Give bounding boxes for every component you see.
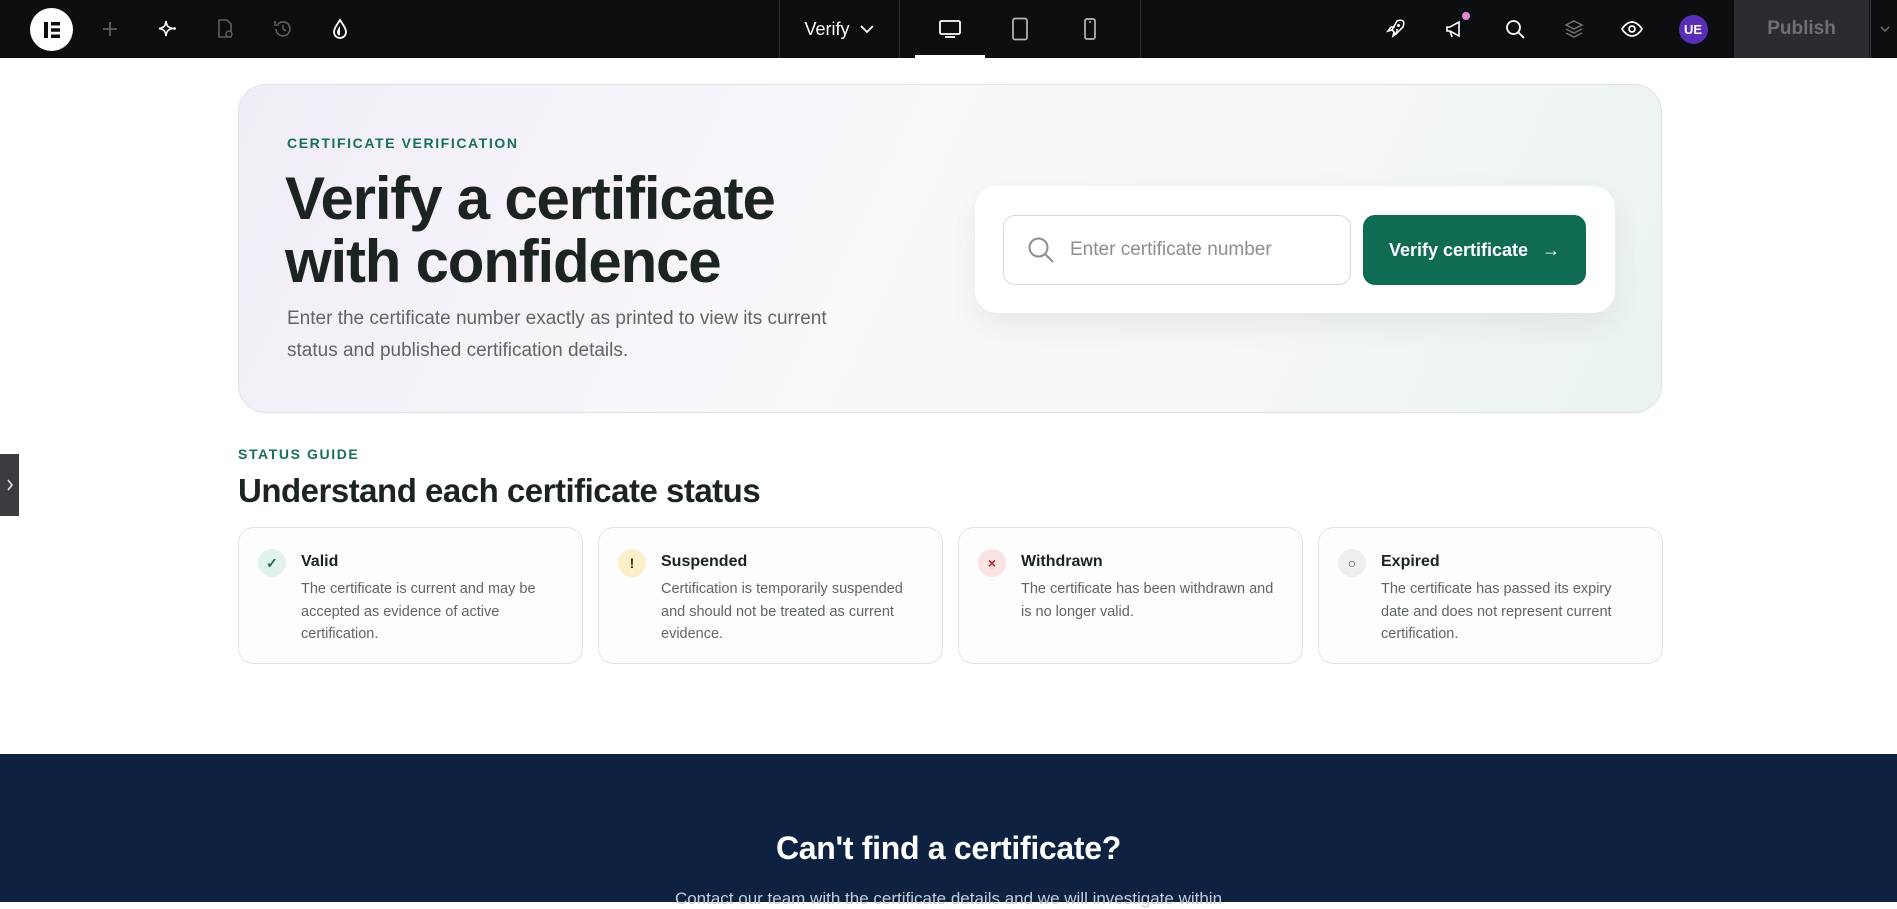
page-settings-icon[interactable] xyxy=(200,0,250,58)
preview-eye-icon[interactable] xyxy=(1607,0,1657,58)
arrow-right-icon: → xyxy=(1542,239,1561,260)
status-card-description: The certificate has passed its expiry da… xyxy=(1381,581,1612,642)
chevron-right-icon xyxy=(6,479,13,491)
status-card-description: The certificate is current and may be ac… xyxy=(301,581,536,642)
publish-button[interactable]: Publish xyxy=(1734,0,1869,58)
verification-hero: CERTIFICATE VERIFICATION Verify a certif… xyxy=(238,84,1662,413)
status-card-description: Certification is temporarily suspended a… xyxy=(661,581,903,642)
site-settings-drop-icon[interactable] xyxy=(315,0,365,58)
hero-title: Verify a certificate with confidence xyxy=(285,165,776,295)
status-card-valid: ✓ Valid The certificate is current and m… xyxy=(238,527,583,664)
tablet-view-icon[interactable] xyxy=(985,0,1055,58)
certificate-number-input[interactable] xyxy=(1068,238,1342,262)
page-selector-label: Verify xyxy=(804,18,850,39)
user-avatar[interactable]: UE xyxy=(1668,0,1718,58)
status-card-title: Valid xyxy=(301,553,339,570)
cta-text: Contact our team with the certificate de… xyxy=(674,889,1223,908)
status-cards: ✓ Valid The certificate is current and m… xyxy=(238,527,1663,664)
status-card-title: Expired xyxy=(1381,553,1440,570)
status-card-expired: ○ Expired The certificate has passed its… xyxy=(1318,527,1663,664)
mobile-view-icon[interactable] xyxy=(1055,0,1125,58)
structure-layers-icon[interactable] xyxy=(1549,0,1599,58)
desktop-view-icon[interactable] xyxy=(915,0,985,58)
status-card-title: Withdrawn xyxy=(1021,553,1103,570)
verify-button-label: Verify certificate xyxy=(1388,239,1529,260)
x-icon: × xyxy=(978,549,1006,577)
status-card-description: The certificate has been withdrawn and i… xyxy=(1021,581,1274,620)
notifications-megaphone-icon[interactable] xyxy=(1430,0,1480,58)
check-icon: ✓ xyxy=(258,549,286,577)
status-card-withdrawn: × Withdrawn The certificate has been wit… xyxy=(958,527,1303,664)
history-icon[interactable] xyxy=(258,0,308,58)
contact-cta-section: Can't find a certificate? Contact our te… xyxy=(0,754,1897,908)
status-guide-eyebrow: STATUS GUIDE xyxy=(238,446,360,462)
circle-icon: ○ xyxy=(1338,549,1366,577)
hero-eyebrow: CERTIFICATE VERIFICATION xyxy=(287,135,519,151)
chevron-down-icon xyxy=(859,25,874,34)
publish-options-chevron-icon[interactable] xyxy=(1870,0,1897,58)
avatar: UE xyxy=(1678,14,1708,44)
status-guide-title: Understand each certificate status xyxy=(238,472,761,509)
warning-icon: ! xyxy=(618,549,646,577)
status-card-title: Suspended xyxy=(661,553,748,570)
elementor-logo-icon[interactable] xyxy=(30,8,73,51)
add-element-icon[interactable] xyxy=(85,0,135,58)
editor-topbar: Verify UE Publish xyxy=(0,0,1897,58)
certificate-search-field[interactable] xyxy=(1003,215,1351,285)
ai-sparkle-icon[interactable] xyxy=(143,0,193,58)
status-card-suspended: ! Suspended Certification is temporarily… xyxy=(598,527,943,664)
search-icon[interactable] xyxy=(1490,0,1540,58)
search-card: Verify certificate → xyxy=(975,186,1615,313)
verify-certificate-button[interactable]: Verify certificate → xyxy=(1363,215,1586,285)
page-selector[interactable]: Verify xyxy=(780,0,898,58)
hero-subtitle: Enter the certificate number exactly as … xyxy=(287,308,827,361)
notification-badge xyxy=(1462,12,1470,20)
panel-expand-toggle[interactable] xyxy=(0,454,19,516)
search-icon xyxy=(1028,237,1054,263)
rocket-icon[interactable] xyxy=(1370,0,1420,58)
cta-title: Can't find a certificate? xyxy=(775,830,1122,866)
